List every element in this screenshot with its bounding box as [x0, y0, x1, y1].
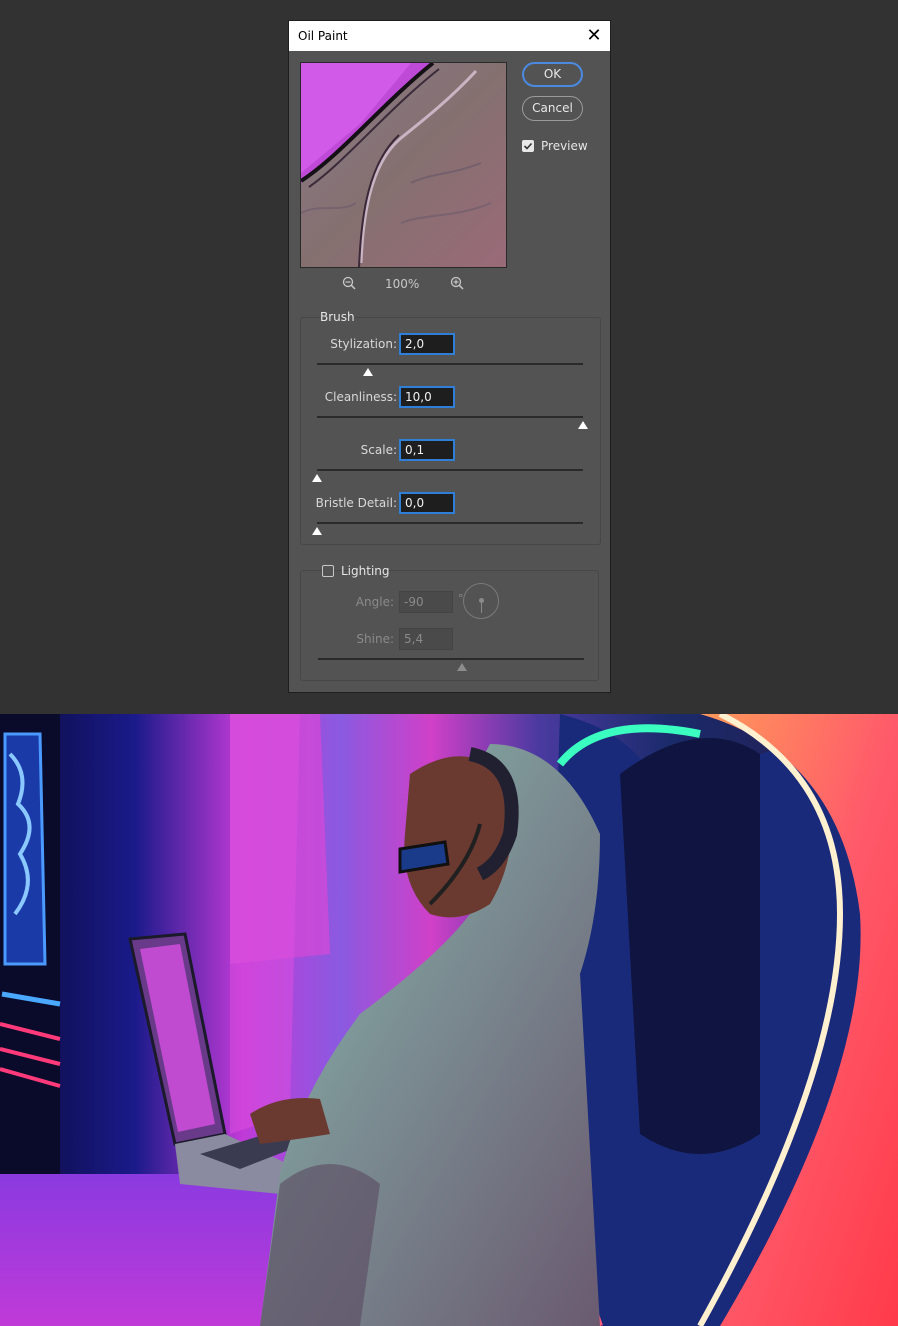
brush-group-title: Brush — [320, 310, 355, 324]
zoom-level: 100% — [385, 277, 420, 291]
zoom-in-icon[interactable] — [450, 276, 464, 290]
angle-label: Angle: — [355, 595, 394, 609]
shine-slider-track — [318, 658, 584, 660]
scale-label: Scale: — [360, 443, 397, 457]
preview-artwork — [301, 63, 506, 267]
scale-input[interactable]: 0,1 — [399, 439, 455, 461]
close-icon[interactable]: ✕ — [584, 26, 604, 46]
lighting-label: Lighting — [341, 564, 390, 578]
checkbox-checked-icon[interactable] — [522, 140, 534, 152]
result-photo — [0, 714, 898, 1326]
checkbox-unchecked-icon[interactable] — [322, 565, 334, 577]
scale-slider-thumb[interactable] — [312, 474, 322, 482]
shine-input: 5,4 — [399, 628, 453, 650]
lighting-checkbox[interactable]: Lighting — [322, 562, 390, 580]
dialog-title: Oil Paint — [298, 29, 348, 43]
cleanliness-slider-thumb[interactable] — [578, 421, 588, 429]
scale-slider-track[interactable] — [317, 469, 583, 471]
bristle-detail-slider-thumb[interactable] — [312, 527, 322, 535]
cleanliness-slider-track[interactable] — [317, 416, 583, 418]
stylization-slider-thumb[interactable] — [362, 368, 373, 376]
bristle-detail-label: Bristle Detail: — [315, 496, 397, 510]
angle-dial — [463, 583, 499, 619]
angle-input: -90 — [399, 591, 453, 613]
dialog-titlebar: Oil Paint ✕ — [289, 21, 610, 51]
angle-dial-needle — [481, 601, 482, 613]
zoom-controls: 100% — [300, 274, 507, 294]
oil-paint-result-image — [0, 714, 898, 1326]
preview-label: Preview — [541, 139, 588, 153]
shine-slider-thumb — [456, 663, 467, 671]
brush-group: Brush Stylization: 2,0 Cleanliness: 10,0… — [300, 310, 601, 545]
stylization-slider-track[interactable] — [317, 363, 583, 365]
bristle-detail-input[interactable]: 0,0 — [399, 492, 455, 514]
preview-image[interactable] — [300, 62, 507, 268]
cleanliness-input[interactable]: 10,0 — [399, 386, 455, 408]
bristle-detail-slider-track[interactable] — [317, 522, 583, 524]
zoom-out-icon[interactable] — [342, 276, 356, 290]
stylization-input[interactable]: 2,0 — [399, 333, 455, 355]
cleanliness-label: Cleanliness: — [324, 390, 397, 404]
oil-paint-dialog: Oil Paint ✕ 100% OK Cancel Preview Brush… — [288, 20, 611, 693]
stylization-label: Stylization: — [330, 337, 397, 351]
shine-label: Shine: — [356, 632, 394, 646]
ok-button[interactable]: OK — [522, 62, 583, 87]
lighting-group: Lighting Angle: -90 ° Shine: 5,4 — [300, 562, 599, 681]
cancel-button[interactable]: Cancel — [522, 96, 583, 121]
